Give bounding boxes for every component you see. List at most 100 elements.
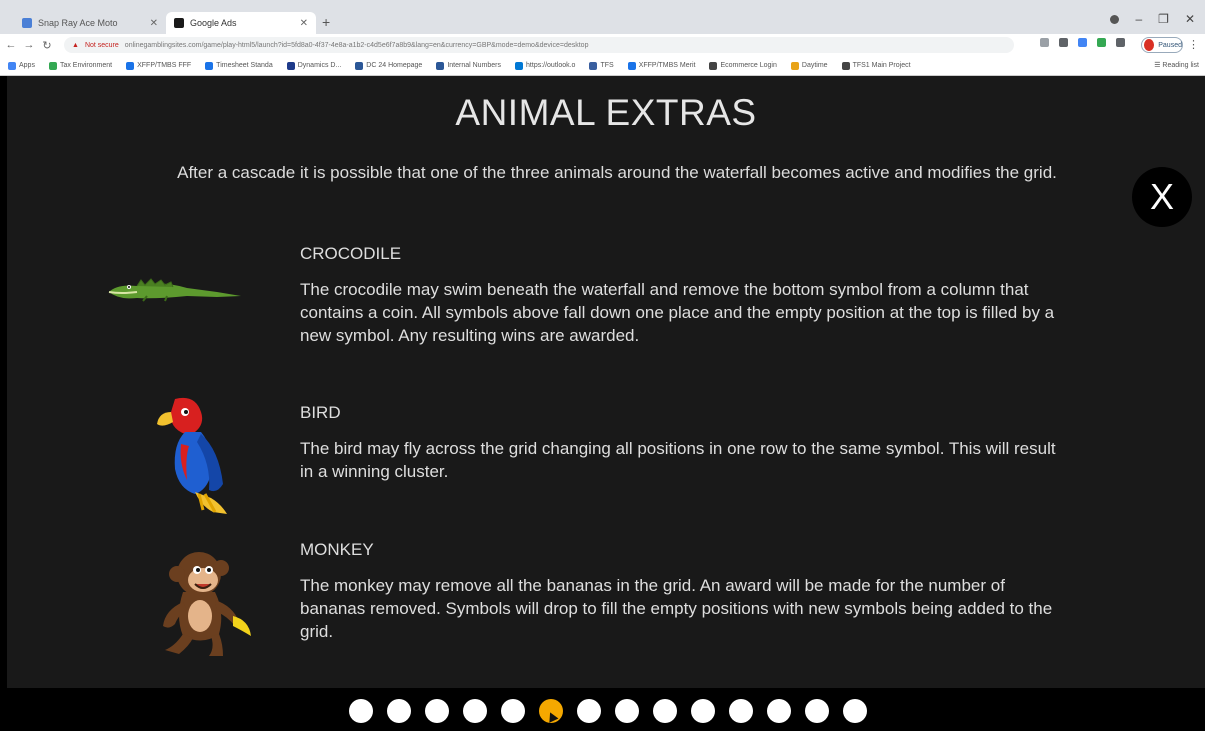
reading-list-button[interactable]: ☰ Reading list <box>1154 61 1199 69</box>
avatar <box>1144 39 1155 51</box>
pagination-dot[interactable] <box>425 699 449 723</box>
bookmark-label: Apps <box>19 62 35 69</box>
bookmark-label: Internal Numbers <box>447 62 502 69</box>
pagination-dot[interactable] <box>615 699 639 723</box>
bookmark-item[interactable]: Timesheet Standa <box>205 61 273 70</box>
minimize-icon[interactable]: – <box>1135 12 1142 26</box>
pagination-dot[interactable] <box>691 699 715 723</box>
pagination-dot[interactable] <box>577 699 601 723</box>
window-controls: – ❐ ✕ <box>1110 12 1195 26</box>
bookmark-label: Timesheet Standa <box>216 62 273 69</box>
new-tab-button[interactable]: + <box>322 14 330 30</box>
pagination-dot[interactable] <box>501 699 525 723</box>
pagination-dot-active[interactable] <box>539 699 563 723</box>
bird-section: BIRD The bird may fly across the grid ch… <box>300 403 1060 483</box>
monkey-section: MONKEY The monkey may remove all the ban… <box>300 540 1060 643</box>
not-secure-icon: ▲ <box>72 41 79 49</box>
pagination-dot[interactable] <box>729 699 753 723</box>
pagination-dot[interactable] <box>463 699 487 723</box>
crocodile-section: CROCODILE The crocodile may swim beneath… <box>300 244 1060 347</box>
bookmark-label: XFFP/TMBS Merit <box>638 62 696 69</box>
profile-button[interactable]: Paused <box>1141 37 1183 53</box>
extension-icon[interactable] <box>1097 38 1106 47</box>
bookmark-label: Dynamics D... <box>297 62 342 69</box>
pagination-dot[interactable] <box>843 699 867 723</box>
bookmark-icon <box>126 61 135 70</box>
bookmark-item[interactable]: https://outlook.o <box>515 61 576 70</box>
page-title: ANIMAL EXTRAS <box>455 92 757 133</box>
zoom-icon[interactable] <box>1040 38 1049 47</box>
monkey-icon <box>163 552 251 656</box>
reload-icon[interactable]: ↻ <box>40 39 54 52</box>
security-label: Not secure <box>84 41 119 49</box>
extension-icon[interactable] <box>1078 38 1087 47</box>
browser-tab-2[interactable]: Google Ads ✕ <box>166 12 316 34</box>
bookmark-item[interactable]: Tax Environment <box>48 61 112 70</box>
section-heading: BIRD <box>300 403 341 422</box>
forward-icon[interactable]: → <box>22 39 36 51</box>
crocodile-icon <box>108 278 241 302</box>
bookmark-icon <box>205 61 214 70</box>
bookmark-item[interactable]: DC 24 Homepage <box>355 61 423 70</box>
help-panel: ANIMAL EXTRAS After a cascade it is poss… <box>7 76 1205 688</box>
url-text: onlinegamblingsites.com/game/play-html5/… <box>124 41 589 49</box>
bookmark-item[interactable]: Ecommerce Login <box>709 61 777 70</box>
tab-close-icon[interactable]: ✕ <box>150 18 158 29</box>
tab-title: Google Ads <box>190 18 237 28</box>
bookmark-icon <box>627 61 636 70</box>
pagination-bar <box>7 688 1205 731</box>
close-window-icon[interactable]: ✕ <box>1185 12 1195 26</box>
bookmark-label: https://outlook.o <box>526 62 576 69</box>
bookmark-item[interactable]: TFS1 Main Project <box>841 61 911 70</box>
bookmark-icon <box>8 61 16 70</box>
bookmark-item[interactable]: Daytime <box>790 61 828 70</box>
tab-close-icon[interactable]: ✕ <box>300 18 308 29</box>
bookmark-item[interactable]: TFS <box>589 61 614 70</box>
extension-icon[interactable] <box>1059 38 1068 47</box>
bookmark-icon <box>48 61 57 70</box>
bookmark-item[interactable]: Dynamics D... <box>286 61 342 70</box>
parrot-icon <box>157 397 227 514</box>
bookmark-item[interactable]: XFFP/TMBS FFF <box>126 61 191 70</box>
pagination-dots <box>349 699 867 723</box>
bookmark-label: DC 24 Homepage <box>366 62 423 69</box>
browser-account-icon[interactable] <box>1110 14 1120 24</box>
bookmark-icon <box>515 61 524 70</box>
tab-favicon-icon <box>22 18 32 28</box>
pagination-dot[interactable] <box>387 699 411 723</box>
maximize-icon[interactable]: ❐ <box>1158 12 1169 26</box>
intro-text: After a cascade it is possible that one … <box>177 163 1057 182</box>
section-body: The crocodile may swim beneath the water… <box>300 280 1055 345</box>
pagination-dot[interactable] <box>805 699 829 723</box>
pagination-dot[interactable] <box>349 699 373 723</box>
close-button[interactable]: X <box>1132 167 1192 227</box>
back-icon[interactable]: ← <box>4 39 18 51</box>
bookmark-icon <box>709 61 718 70</box>
bookmark-icon <box>841 61 850 70</box>
bookmark-label: Ecommerce Login <box>720 62 777 69</box>
bookmark-label: Daytime <box>801 62 828 69</box>
extensions-area <box>1040 38 1125 47</box>
extensions-puzzle-icon[interactable] <box>1116 38 1125 47</box>
section-body: The bird may fly across the grid changin… <box>300 439 1056 481</box>
pagination-dot[interactable] <box>653 699 677 723</box>
bookmark-item[interactable]: XFFP/TMBS Merit <box>627 61 696 70</box>
address-bar[interactable]: ▲ Not secure onlinegamblingsites.com/gam… <box>64 37 1014 53</box>
bookmark-icon <box>355 61 364 70</box>
section-heading: MONKEY <box>300 540 374 559</box>
bookmark-icon <box>436 61 445 70</box>
bookmark-item[interactable]: Internal Numbers <box>436 61 502 70</box>
tab-favicon-icon <box>174 18 184 28</box>
pagination-dot[interactable] <box>767 699 791 723</box>
tab-title: Snap Ray Ace Moto <box>38 18 118 28</box>
bookmarks-bar: Apps Tax Environment XFFP/TMBS FFF Times… <box>0 56 1205 76</box>
bookmark-icon <box>790 61 799 70</box>
browser-menu-icon[interactable]: ⋮ <box>1188 38 1199 51</box>
tab-strip: Snap Ray Ace Moto ✕ Google Ads ✕ + – ❐ ✕ <box>0 8 1205 34</box>
bookmark-label: TFS <box>600 62 614 69</box>
profile-label: Paused <box>1158 41 1182 49</box>
browser-tab-1[interactable]: Snap Ray Ace Moto ✕ <box>14 12 166 34</box>
section-body: The monkey may remove all the bananas in… <box>300 576 1053 641</box>
bookmark-item[interactable]: Apps <box>8 61 35 70</box>
reading-list-label: Reading list <box>1162 62 1199 69</box>
